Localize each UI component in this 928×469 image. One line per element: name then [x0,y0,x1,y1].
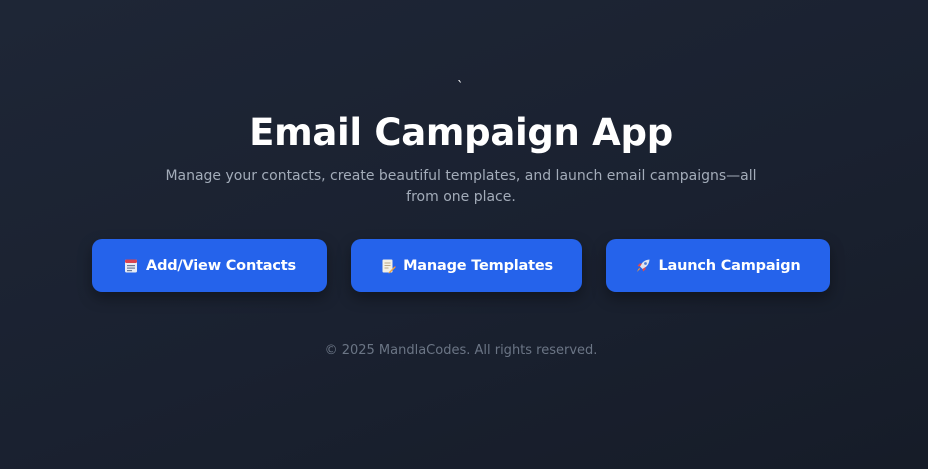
footer-copyright: © 2025 MandlaCodes. All rights reserved. [324,343,598,358]
manage-templates-label: Manage Templates [403,257,553,274]
stray-backtick: ` [457,80,464,95]
card-index-icon [123,258,139,274]
page-title: Email Campaign App [249,111,673,154]
memo-icon [380,258,397,274]
rocket-icon [635,258,651,274]
add-view-contacts-label: Add/View Contacts [146,257,296,274]
launch-campaign-button[interactable]: Launch Campaign [606,239,830,292]
launch-campaign-label: Launch Campaign [658,257,801,274]
page-subtitle: Manage your contacts, create beautiful t… [165,168,757,205]
manage-templates-button[interactable]: Manage Templates [351,239,582,292]
add-view-contacts-button[interactable]: Add/View Contacts [92,239,327,292]
